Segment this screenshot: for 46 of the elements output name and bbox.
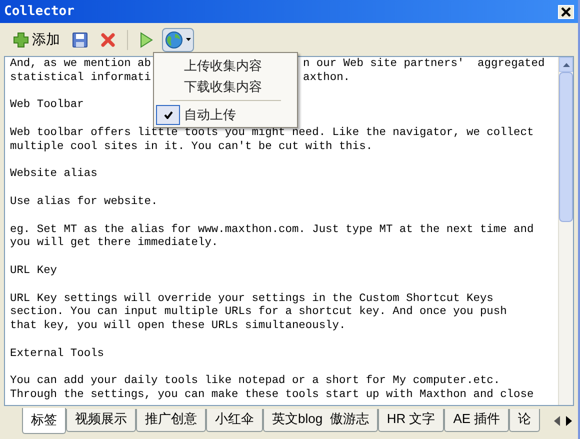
text-line: eg. Set MT as the alias for www.maxthon.com. Just type MT at the next time and: [10, 224, 534, 236]
text-line: axthon.: [303, 72, 350, 86]
tab-scroll-right-icon[interactable]: [566, 416, 572, 426]
play-icon: [139, 32, 153, 48]
tab-scroll-left-icon[interactable]: [554, 416, 560, 426]
text-line: section. You can input multiple URLs for a shortcut key. And once you push: [10, 306, 507, 320]
text-line: Through the settings, you can make these tools start up with Maxthon and close: [10, 389, 534, 403]
text-line: Web toolbar offers little tools you might need. Like the navigator, we collect: [10, 126, 534, 140]
plus-icon: [13, 32, 29, 48]
menu-item[interactable]: 上传收集内容: [154, 55, 297, 76]
scroll-thumb[interactable]: [559, 72, 573, 222]
caret-icon: [186, 38, 191, 41]
vertical-scrollbar[interactable]: [558, 57, 573, 405]
text-line: URL Key: [10, 264, 57, 279]
text-line: n our Web site partners' aggregated: [303, 58, 545, 72]
tab[interactable]: 英文blog 傲游志: [263, 409, 378, 432]
tab[interactable]: 小红伞: [206, 409, 263, 432]
tab[interactable]: 标签: [22, 408, 66, 434]
tab[interactable]: HR 文字: [378, 409, 444, 432]
close-button[interactable]: [558, 4, 574, 18]
tab[interactable]: AE 插件: [444, 409, 510, 432]
add-button[interactable]: 添加: [10, 28, 63, 52]
menu-item[interactable]: 自动上传: [154, 104, 297, 125]
arrow-up-icon: [562, 62, 570, 66]
text-area[interactable]: [4, 56, 574, 406]
text-line: multiple cool sites in it. You can't be cut with this.: [10, 140, 373, 155]
text-line: External Tools: [10, 348, 104, 362]
save-icon: [72, 32, 88, 48]
text-line: Website alias: [10, 168, 98, 182]
tab[interactable]: 论: [509, 409, 540, 432]
scroll-up-button[interactable]: [559, 57, 573, 72]
delete-icon: [100, 32, 116, 48]
text-line: that key, you will open these URLs simultaneously.: [10, 320, 346, 334]
text-line: You can add your daily tools like notepad or a short for My computer.etc.: [10, 375, 500, 388]
text-line: Use alias for website.: [10, 196, 158, 210]
tab[interactable]: 视频展示: [66, 409, 136, 432]
window-title: Collector: [4, 2, 74, 21]
globe-icon: [165, 30, 183, 48]
text-line: Web Toolbar: [10, 99, 84, 114]
globe-button[interactable]: [162, 28, 194, 52]
text-line: you will get there immediately.: [10, 237, 218, 252]
menu-item[interactable]: 下载收集内容: [154, 76, 297, 97]
text-line: statistical informati: [10, 72, 151, 86]
tab[interactable]: 推广创意: [136, 409, 206, 432]
text-line: URL Key settings will override your settings in the Custom Shortcut Keys: [10, 292, 494, 306]
text-line: And, as we mention ab: [10, 58, 151, 72]
